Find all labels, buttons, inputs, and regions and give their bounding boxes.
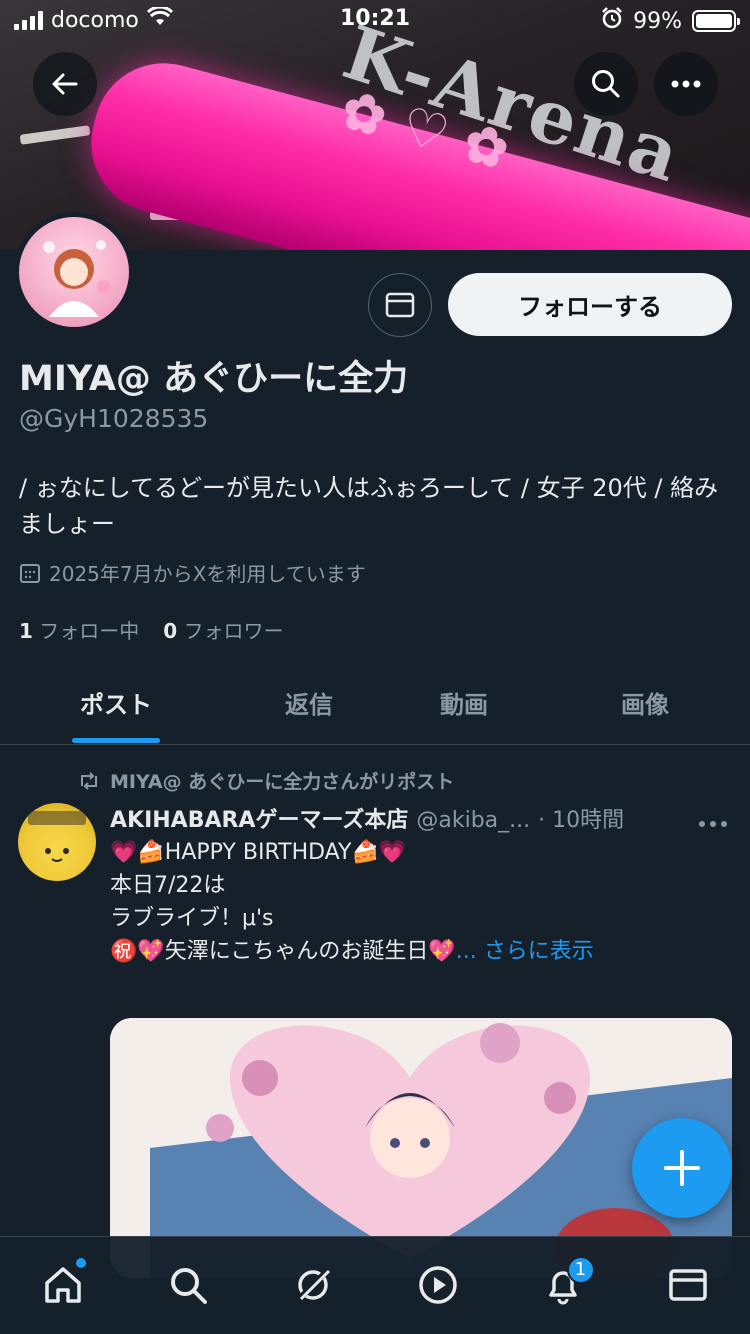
nav-grok[interactable] [278,1250,348,1320]
following-count: 1 [19,619,33,643]
following-label: フォロー中 [39,619,140,643]
calendar-icon [20,563,40,583]
post-author-handle[interactable]: @akiba_... [416,808,530,833]
profile-avatar[interactable] [14,212,134,332]
alarm-icon [601,7,623,35]
profile-handle: @GyH1028535 [19,404,209,433]
profile-tabs: ポスト 返信 動画 画像 [0,665,750,745]
profile-bio: / ぉなにしてるどーが見たい人はふぉろーして / 女子 20代 / 絡みましょー [19,474,719,538]
profile-name: MIYA@ あぐひーに全力 [19,359,409,399]
tab-posts[interactable]: ポスト [80,685,152,720]
back-button[interactable] [33,52,97,116]
home-icon [44,1266,81,1303]
avatar-image [19,217,129,327]
repost-label: MIYA@ あぐひーに全力さんがリポスト [110,771,455,793]
message-button[interactable] [368,273,432,337]
compose-button[interactable] [632,1118,732,1218]
followers-link[interactable]: 0 フォロワー [163,615,283,644]
arrow-left-icon [52,73,78,95]
post-body[interactable]: 💗🍰HAPPY BIRTHDAY🍰💗 本日7/22は ラブライブ！μ's ㊗️💖… [110,836,710,968]
post-line-text: ㊗️💖矢澤にこちゃんのお誕生日💖 [110,939,456,964]
mail-icon [668,1268,707,1301]
joined-date: 2025年7月からXを利用しています [19,558,366,587]
more-horizontal-icon [671,80,701,88]
notification-badge: 1 [566,1255,595,1284]
post-author-name[interactable]: AKIHABARAゲーマーズ本店 [110,802,408,834]
search-icon [592,70,620,98]
home-unread-dot [75,1257,86,1268]
active-tab-indicator [72,738,160,743]
nav-home[interactable] [28,1250,98,1320]
post-time[interactable]: · 10時間 [538,802,624,834]
more-horizontal-icon [699,821,727,827]
post-line: 本日7/22は [110,873,226,898]
post-header: AKIHABARAゲーマーズ本店 @akiba_... · 10時間 [110,802,624,834]
play-circle-icon [418,1265,457,1304]
battery-icon [692,10,740,32]
post-line: ㊗️💖矢澤にこちゃんのお誕生日💖... さらに表示 [110,935,710,968]
following-link[interactable]: 1 フォロー中 [19,615,139,644]
joined-text: 2025年7月からXを利用しています [49,562,366,586]
followers-label: フォロワー [183,619,284,643]
tab-replies[interactable]: 返信 [285,685,333,720]
search-icon [170,1267,207,1304]
repost-indicator[interactable]: MIYA@ あぐひーに全力さんがリポスト [78,767,454,794]
nav-messages[interactable] [653,1250,723,1320]
follow-stats: 1 フォロー中 0 フォロワー [19,615,284,644]
post-more-button[interactable] [698,806,728,834]
battery-percent: 99% [633,8,682,34]
nav-video[interactable] [403,1250,473,1320]
follow-button[interactable]: フォローする [448,273,732,336]
nav-notifications[interactable]: 1 [528,1250,598,1320]
status-bar: docomo 10:21 99% [0,0,750,40]
grok-icon [296,1266,331,1301]
mail-icon [385,292,415,318]
banner-light [19,125,91,145]
tab-videos[interactable]: 動画 [440,685,488,720]
post-author-avatar[interactable] [18,803,96,881]
post-line: 💗🍰HAPPY BIRTHDAY🍰💗 [110,840,407,865]
more-options-button[interactable] [654,52,718,116]
search-button[interactable] [574,52,638,116]
post-line: ラブライブ！μ's [110,906,274,931]
tab-images[interactable]: 画像 [621,685,669,720]
show-more-link[interactable]: ... さらに表示 [456,939,594,964]
bottom-navigation: 1 [0,1236,750,1334]
repost-icon [81,771,97,790]
plus-icon [664,1150,700,1186]
nav-search[interactable] [153,1250,223,1320]
followers-count: 0 [163,619,178,643]
